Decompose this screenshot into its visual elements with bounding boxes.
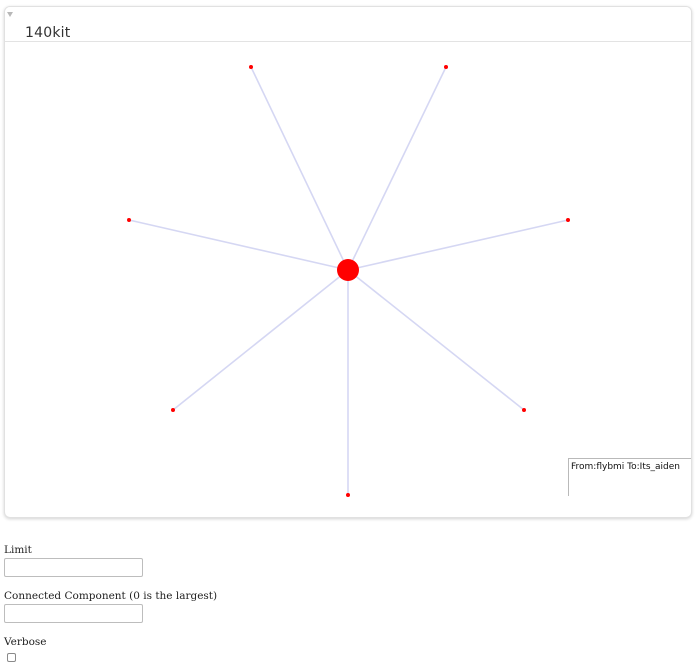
connected-component-label: Connected Component (0 is the largest) xyxy=(4,590,218,602)
verbose-label: Verbose xyxy=(4,636,47,648)
graph-leaf-node[interactable] xyxy=(444,65,448,69)
graph-edge[interactable] xyxy=(347,269,525,411)
edge-tooltip: From:flybmi To:Its_aiden xyxy=(568,458,691,496)
graph-edge[interactable] xyxy=(347,219,569,271)
connected-component-input[interactable] xyxy=(4,604,143,623)
graph-hub-node[interactable] xyxy=(337,259,359,281)
limit-label: Limit xyxy=(4,544,32,556)
graph-leaf-node[interactable] xyxy=(249,65,253,69)
verbose-checkbox[interactable] xyxy=(7,653,16,662)
graph-edge[interactable] xyxy=(250,66,349,271)
graph-leaf-node[interactable] xyxy=(346,493,350,497)
graph-panel: 140kit From:flybmi To:Its_aiden xyxy=(4,6,692,518)
graph-leaf-node[interactable] xyxy=(566,218,570,222)
graph-leaf-node[interactable] xyxy=(171,408,175,412)
graph-edge[interactable] xyxy=(128,219,349,271)
graph-leaf-node[interactable] xyxy=(522,408,526,412)
graph-edge[interactable] xyxy=(172,269,349,411)
network-graph[interactable] xyxy=(5,7,691,517)
graph-edge[interactable] xyxy=(347,66,447,271)
limit-input[interactable] xyxy=(4,558,143,577)
graph-leaf-node[interactable] xyxy=(127,218,131,222)
